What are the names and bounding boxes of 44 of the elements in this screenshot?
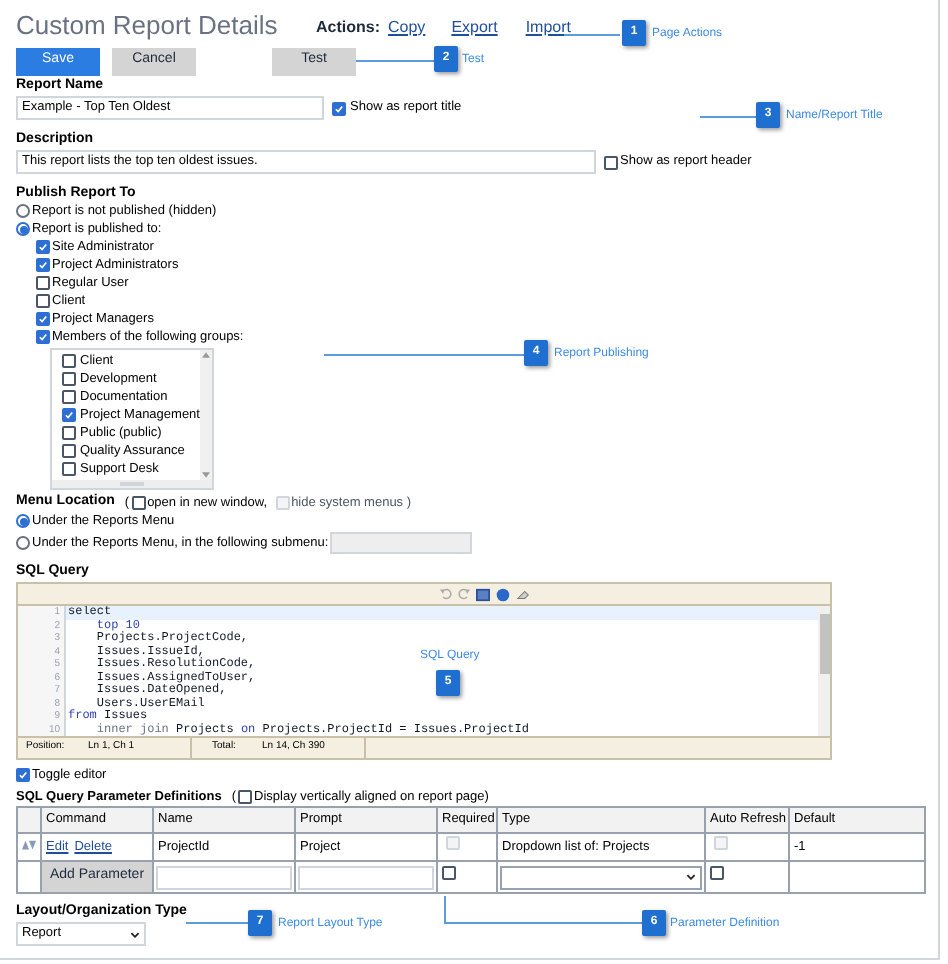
checkbox[interactable] (62, 390, 76, 404)
checkbox[interactable] (62, 408, 76, 422)
actions-label: Actions: (316, 15, 380, 39)
checkbox[interactable] (62, 444, 76, 458)
resize-handle[interactable] (120, 482, 144, 486)
leader-line (186, 922, 248, 924)
radio-button[interactable] (16, 222, 30, 236)
leader-line (356, 60, 434, 62)
checkbox[interactable] (36, 258, 50, 272)
leader-line (564, 34, 620, 36)
checkbox[interactable] (36, 276, 50, 290)
checkbox[interactable] (36, 312, 50, 326)
action-link[interactable]: Import (525, 15, 571, 39)
action-link[interactable]: Export (451, 15, 498, 39)
checkbox[interactable] (62, 462, 76, 476)
chevron-down-icon (686, 874, 696, 880)
checkbox[interactable] (442, 866, 456, 881)
checkbox[interactable] (332, 101, 346, 115)
chevron-down-icon (130, 931, 140, 937)
checkbox[interactable] (36, 330, 50, 344)
sql-editor[interactable] (16, 582, 832, 760)
input-field[interactable] (156, 865, 292, 889)
radio-button[interactable] (16, 514, 30, 528)
checkbox[interactable] (238, 790, 253, 804)
radio-button[interactable] (16, 536, 30, 550)
action-link[interactable]: Copy (388, 15, 426, 39)
checkbox[interactable] (604, 155, 618, 169)
scroll-up-icon[interactable] (202, 352, 210, 358)
window-icon[interactable] (475, 587, 489, 601)
page-title: Custom Report Details (16, 10, 278, 41)
checkbox[interactable] (36, 294, 50, 308)
radio-button[interactable] (16, 204, 30, 218)
checkbox[interactable] (62, 354, 76, 368)
checkbox[interactable] (16, 768, 30, 782)
scrollbar[interactable] (818, 606, 830, 736)
submenu-field[interactable] (330, 532, 473, 554)
checkbox[interactable] (62, 426, 76, 440)
input-field[interactable] (298, 865, 434, 889)
checkbox[interactable] (36, 240, 50, 254)
checkbox[interactable] (131, 496, 146, 510)
checkbox[interactable] (710, 866, 724, 881)
leader-line (700, 116, 756, 118)
reorder-arrows-icon[interactable] (22, 840, 36, 851)
checkbox[interactable] (62, 372, 76, 386)
